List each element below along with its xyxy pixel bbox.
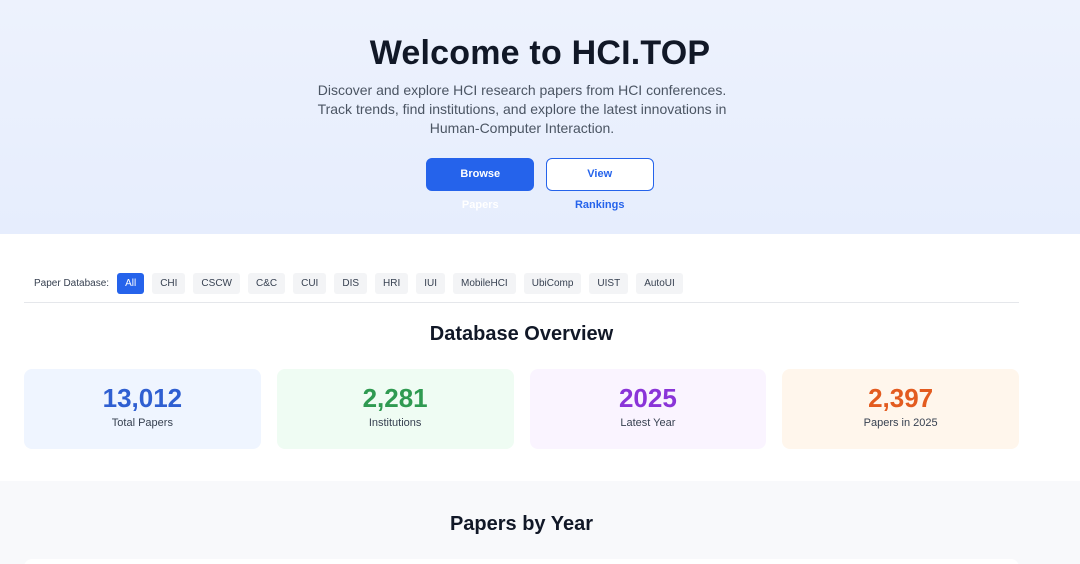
filter-chip-hri[interactable]: HRI — [375, 273, 409, 294]
stat-card-total-papers: 13,012 Total Papers — [24, 369, 261, 449]
paper-database-filter: Paper Database: All CHI CSCW C&C CUI DIS… — [24, 273, 1019, 303]
stat-card-latest-year: 2025 Latest Year — [529, 369, 767, 449]
hero-section: Welcome to HCI.TOP Discover and explore … — [0, 0, 1080, 234]
filter-chip-all[interactable]: All — [117, 273, 145, 294]
filter-label: Paper Database: — [34, 278, 110, 289]
browse-papers-button[interactable]: Browse Papers — [426, 158, 535, 211]
hero-title: Welcome to HCI.TOP — [369, 34, 711, 72]
filter-chip-chi[interactable]: CHI — [152, 273, 186, 294]
stats-row: 13,012 Total Papers 2,281 Institutions 2… — [24, 369, 1019, 449]
papers-by-year-section: Papers by Year — [0, 481, 1080, 564]
stat-value: 13,012 — [102, 383, 183, 413]
filter-chip-uist[interactable]: UIST — [589, 273, 629, 294]
database-overview-title: Database Overview — [429, 323, 614, 345]
filter-chip-ubicomp[interactable]: UbiComp — [523, 273, 582, 294]
filter-chip-iui[interactable]: IUI — [416, 273, 446, 294]
papers-by-year-chart-card — [24, 559, 1019, 564]
hero-description: Discover and explore HCI research papers… — [317, 82, 727, 136]
stat-value: 2025 — [618, 383, 677, 413]
filter-chip-autoui[interactable]: AutoUI — [636, 273, 683, 294]
papers-by-year-title: Papers by Year — [449, 513, 594, 535]
filter-chip-cscw[interactable]: CSCW — [193, 273, 240, 294]
stat-value: 2,281 — [362, 383, 428, 413]
stat-label: Institutions — [368, 417, 422, 429]
hero-buttons: Browse Papers View Rankings — [0, 158, 1080, 211]
stat-value: 2,397 — [868, 383, 934, 413]
filter-chip-cc[interactable]: C&C — [247, 273, 286, 294]
view-rankings-button[interactable]: View Rankings — [545, 158, 654, 211]
stat-card-institutions: 2,281 Institutions — [276, 369, 514, 449]
filter-chip-mobilehci[interactable]: MobileHCI — [453, 273, 516, 294]
filter-chip-cui[interactable]: CUI — [293, 273, 327, 294]
filter-chip-dis[interactable]: DIS — [334, 273, 368, 294]
stat-label: Papers in 2025 — [863, 417, 938, 429]
stat-card-papers-2025: 2,397 Papers in 2025 — [782, 369, 1019, 449]
stat-label: Total Papers — [111, 417, 173, 429]
stat-label: Latest Year — [620, 417, 676, 429]
